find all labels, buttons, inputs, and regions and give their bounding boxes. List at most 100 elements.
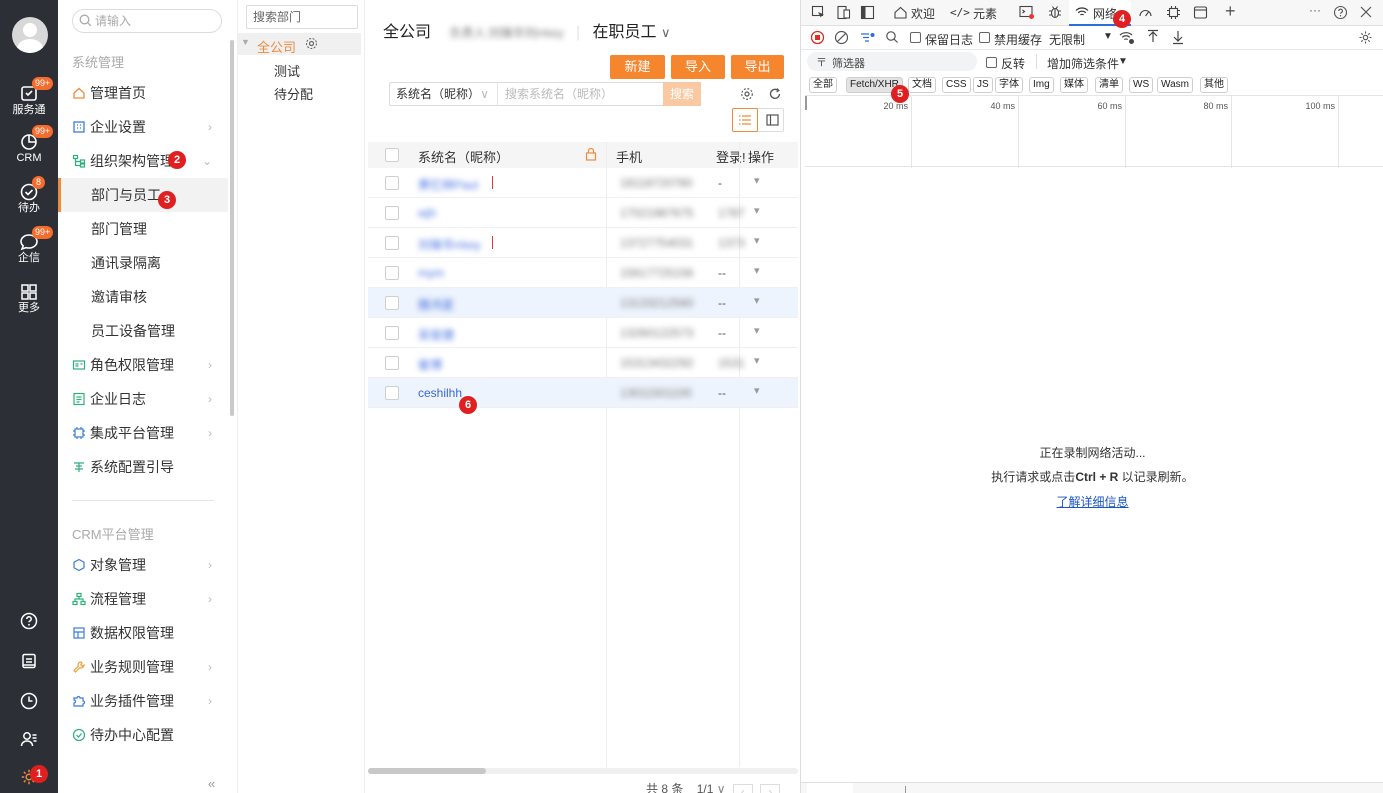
column-header-login[interactable]: 登录! <box>716 147 746 166</box>
gear-icon[interactable] <box>1358 30 1373 45</box>
table-row[interactable]: mym 15617725156 -- ▾ <box>368 258 798 288</box>
network-conditions-icon[interactable] <box>1119 30 1135 45</box>
filter-lines-icon[interactable] <box>860 30 876 45</box>
row-checkbox[interactable] <box>385 266 399 280</box>
chip-media[interactable]: 媒体 <box>1060 77 1088 93</box>
search-input[interactable]: 搜索系统名（昵称） <box>505 83 613 105</box>
menu-item-integration[interactable]: 集成平台管理 › <box>58 416 228 450</box>
collapse-menu-button[interactable]: « <box>208 776 215 791</box>
chip-manifest[interactable]: 清单 <box>1095 77 1123 93</box>
notes-button[interactable] <box>0 648 58 676</box>
submenu-item-devices[interactable]: 员工设备管理 <box>58 314 228 348</box>
avatar[interactable] <box>12 17 48 53</box>
row-checkbox[interactable] <box>385 206 399 220</box>
page-indicator[interactable]: 1/1 <box>697 782 714 793</box>
menu-search-input[interactable]: 请输入 <box>72 9 222 33</box>
menu-item-process[interactable]: 流程管理 › <box>58 582 228 616</box>
submenu-item-dept-manage[interactable]: 部门管理 <box>58 212 228 246</box>
row-name-link[interactable]: 刘锋华rrkey <box>418 236 481 253</box>
table-row[interactable]: 魏鸿星 13133212560 -- ▾ <box>368 288 798 318</box>
application-icon[interactable] <box>1193 5 1208 20</box>
row-name-link[interactable]: 吴俊捷 <box>418 326 454 343</box>
add-tab-icon[interactable]: + <box>1225 1 1236 22</box>
rail-item-service[interactable]: 服务通 99+ <box>0 77 58 130</box>
upload-icon[interactable] <box>1146 29 1160 45</box>
device-icon[interactable] <box>836 5 851 20</box>
row-action-caret-icon[interactable]: ▾ <box>754 324 760 337</box>
table-row[interactable]: 吴俊捷 13260122573 -- ▾ <box>368 318 798 348</box>
row-name-link[interactable]: wjh <box>418 206 436 220</box>
chip-css[interactable]: CSS <box>942 77 971 93</box>
chevron-down-icon[interactable]: ∨ <box>717 782 726 793</box>
next-page-button[interactable]: › <box>760 784 781 793</box>
clear-icon[interactable] <box>834 30 849 45</box>
refresh-icon[interactable] <box>768 87 782 101</box>
row-action-caret-icon[interactable]: ▾ <box>754 264 760 277</box>
preserve-log-checkbox[interactable] <box>910 32 921 43</box>
row-name-link[interactable]: 崔博 <box>418 356 442 373</box>
network-filter-input[interactable]: 〒 筛选器 <box>807 52 977 71</box>
table-horizontal-scrollbar[interactable] <box>368 768 798 774</box>
console-icon[interactable] <box>1019 5 1035 20</box>
status-dropdown[interactable]: 在职员工 ∨ <box>593 24 671 41</box>
history-button[interactable] <box>0 688 58 716</box>
contacts-button[interactable] <box>0 726 58 754</box>
menu-item-biz-rules[interactable]: 业务规则管理 › <box>58 650 228 684</box>
table-row[interactable]: ceshilhh 13011501100 -- ▾ <box>368 378 798 408</box>
disable-cache-checkbox[interactable] <box>979 32 990 43</box>
help-button[interactable] <box>0 608 58 636</box>
more-options-icon[interactable]: ··· <box>1309 3 1321 17</box>
menu-item-data-permission[interactable]: 数据权限管理 <box>58 616 228 650</box>
submenu-item-invite-review[interactable]: 邀请审核 <box>58 280 228 314</box>
card-view-icon[interactable] <box>766 114 779 126</box>
menu-item-roles[interactable]: 角色权限管理 › <box>58 348 228 382</box>
caret-down-icon[interactable]: ▼ <box>1118 56 1128 67</box>
chip-doc[interactable]: 文档 <box>908 77 936 93</box>
row-name-link[interactable]: ceshilhh <box>418 386 462 400</box>
menu-item-org[interactable]: 组织架构管理 ⌄ <box>58 144 228 178</box>
row-checkbox[interactable] <box>385 386 399 400</box>
caret-down-icon[interactable]: ▼ <box>241 37 250 47</box>
sidebar-icon[interactable] <box>860 5 875 20</box>
table-row[interactable]: 崔博 15313432292 1531 ▾ <box>368 348 798 378</box>
lock-icon[interactable] <box>585 147 597 161</box>
search-button[interactable]: 搜索 <box>663 82 701 106</box>
chip-other[interactable]: 其他 <box>1200 77 1228 93</box>
chip-img[interactable]: Img <box>1029 77 1054 93</box>
rail-item-todo[interactable]: 待办 8 <box>0 176 58 228</box>
network-timeline[interactable]: 20 ms 40 ms 60 ms 80 ms 100 ms <box>805 95 1383 168</box>
chip-all[interactable]: 全部 <box>809 77 837 93</box>
chip-wasm[interactable]: Wasm <box>1157 77 1193 93</box>
record-stop-icon[interactable] <box>810 30 825 45</box>
row-checkbox[interactable] <box>385 326 399 340</box>
dept-search-input[interactable]: 搜索部门 <box>246 5 358 29</box>
row-action-caret-icon[interactable]: ▾ <box>754 174 760 187</box>
gear-icon[interactable] <box>740 87 754 101</box>
rail-item-crm[interactable]: CRM 99+ <box>0 125 58 178</box>
row-name-link[interactable]: 黄忆林Paul <box>418 176 478 193</box>
search-field-select[interactable]: 系统名（昵称） ∨ <box>390 83 498 105</box>
tree-node-unassigned[interactable]: 待分配 <box>274 84 313 103</box>
table-row[interactable]: 黄忆林Paul 18118720780 - ▾ <box>368 168 798 198</box>
menu-scrollbar[interactable] <box>230 40 234 416</box>
help-icon[interactable] <box>1333 5 1348 20</box>
table-row[interactable]: 刘锋华rrkey 13727754031 1373 ▾ <box>368 228 798 258</box>
settings-button[interactable] <box>0 764 58 792</box>
row-name-link[interactable]: mym <box>418 266 444 280</box>
chip-font[interactable]: 字体 <box>995 77 1023 93</box>
row-name-link[interactable]: 魏鸿星 <box>418 296 454 313</box>
tab-welcome[interactable]: 欢迎 <box>911 5 935 22</box>
close-icon[interactable] <box>1359 5 1373 19</box>
inspect-icon[interactable] <box>811 5 826 20</box>
column-header-phone[interactable]: 手机 <box>616 147 642 166</box>
column-header-name[interactable]: 系统名（昵称） <box>418 147 509 166</box>
download-icon[interactable] <box>1171 29 1185 45</box>
menu-item-logs[interactable]: 企业日志 › <box>58 382 228 416</box>
timeline-handle[interactable] <box>805 96 807 110</box>
menu-item-biz-plugins[interactable]: 业务插件管理 › <box>58 684 228 718</box>
import-button[interactable]: 导入 <box>671 55 725 79</box>
export-button[interactable]: 导出 <box>731 55 784 79</box>
row-checkbox[interactable] <box>385 176 399 190</box>
table-row[interactable]: wjh 17021987675 1787 ▾ <box>368 198 798 228</box>
performance-icon[interactable] <box>1138 5 1153 20</box>
